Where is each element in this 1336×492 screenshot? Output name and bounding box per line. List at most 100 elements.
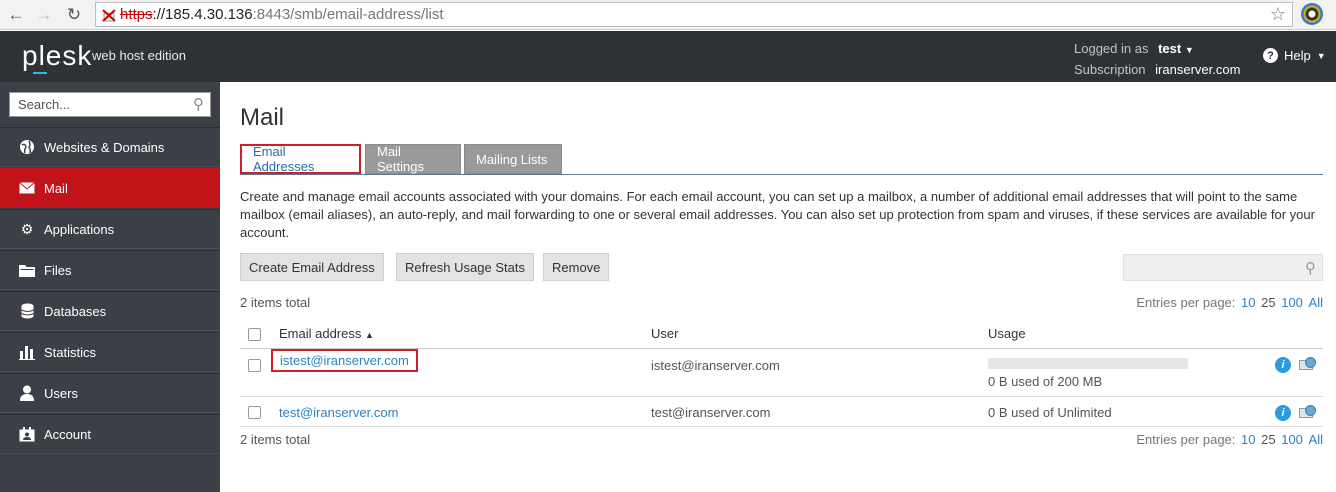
- tab-bar: Email Addresses Mail Settings Mailing Li…: [240, 144, 1323, 175]
- subscription-value[interactable]: iranserver.com: [1155, 62, 1240, 77]
- user-cell: test@iranserver.com: [651, 405, 771, 420]
- page-size-10[interactable]: 10: [1241, 432, 1255, 447]
- table-row: test@iranserver.com test@iranserver.com …: [240, 397, 1323, 427]
- logged-in-label: Logged in as: [1074, 41, 1149, 56]
- webmail-icon[interactable]: [1299, 405, 1316, 421]
- refresh-usage-stats-button[interactable]: Refresh Usage Stats: [396, 253, 534, 281]
- sidebar-item-mail[interactable]: Mail: [0, 168, 220, 208]
- bar-chart-icon: [18, 344, 36, 360]
- sidebar-item-statistics[interactable]: Statistics: [0, 332, 220, 372]
- help-label: Help: [1284, 48, 1311, 63]
- sidebar-item-account[interactable]: Account: [0, 414, 220, 454]
- gear-icon: ⚙: [20, 220, 34, 237]
- sidebar-item-label: Statistics: [44, 344, 97, 360]
- url-host: ://185.4.30.136: [152, 6, 253, 23]
- user-menu[interactable]: test ▼: [1158, 41, 1194, 56]
- sidebar-search-input[interactable]: Search... ⚲: [9, 92, 211, 117]
- user-cell: istest@iranserver.com: [651, 358, 780, 373]
- page-title: Mail: [240, 104, 285, 131]
- page-size-all[interactable]: All: [1309, 432, 1323, 447]
- sidebar-item-label: Websites & Domains: [44, 139, 165, 155]
- page-description: Create and manage email accounts associa…: [240, 189, 1315, 240]
- forward-arrow-icon[interactable]: →: [30, 1, 58, 29]
- reload-icon[interactable]: ↻: [60, 1, 88, 29]
- globe-icon: [18, 139, 36, 155]
- help-menu[interactable]: ? Help ▼: [1263, 48, 1326, 63]
- column-email-address[interactable]: Email address ▲: [279, 326, 374, 341]
- sidebar-item-users[interactable]: Users: [0, 373, 220, 413]
- row-checkbox[interactable]: [248, 359, 261, 372]
- folder-icon: [18, 262, 36, 278]
- email-link[interactable]: test@iranserver.com: [279, 405, 398, 420]
- info-icon[interactable]: i: [1275, 405, 1291, 421]
- create-email-address-button[interactable]: Create Email Address: [240, 253, 384, 281]
- bookmark-star-icon[interactable]: ☆: [1270, 4, 1286, 25]
- webmail-icon[interactable]: [1299, 357, 1316, 373]
- sidebar-item-label: Databases: [44, 303, 107, 319]
- search-placeholder: Search...: [18, 97, 71, 112]
- page-size-100[interactable]: 100: [1281, 432, 1303, 447]
- search-icon[interactable]: ⚲: [1305, 259, 1316, 277]
- help-icon: ?: [1263, 48, 1278, 63]
- subscription-label: Subscription: [1074, 62, 1146, 77]
- select-all-checkbox[interactable]: [248, 328, 261, 341]
- envelope-icon: [18, 180, 36, 196]
- page-size-25: 25: [1261, 295, 1276, 310]
- browser-toolbar: ← → ↻ https ://185.4.30.136 :8443/smb/em…: [0, 0, 1336, 30]
- database-icon: [18, 303, 36, 319]
- entries-per-page-label: Entries per page:: [1136, 295, 1236, 310]
- items-total-top: 2 items total: [240, 295, 311, 310]
- table-header: Email address ▲ User Usage: [240, 322, 1323, 349]
- sidebar-item-label: Mail: [44, 180, 68, 196]
- sidebar: Search... ⚲ Websites & Domains Mail ⚙ Ap…: [0, 82, 220, 492]
- sidebar-item-websites-domains[interactable]: Websites & Domains: [0, 127, 220, 167]
- logo-accent: [33, 72, 47, 74]
- sidebar-item-label: Account: [44, 426, 91, 442]
- entries-per-page-top: Entries per page: 10 25 100 All: [1136, 295, 1323, 310]
- remove-button[interactable]: Remove: [543, 253, 610, 281]
- email-link[interactable]: istest@iranserver.com: [271, 349, 418, 372]
- extension-icon[interactable]: [1301, 3, 1323, 25]
- sidebar-item-files[interactable]: Files: [0, 250, 220, 290]
- url-protocol: https: [120, 6, 153, 23]
- sidebar-item-label: Users: [44, 385, 78, 401]
- sidebar-item-databases[interactable]: Databases: [0, 291, 220, 331]
- info-icon[interactable]: i: [1275, 357, 1291, 373]
- plesk-logo[interactable]: plesk: [22, 40, 92, 72]
- sidebar-item-label: Applications: [44, 221, 115, 237]
- list-search-input[interactable]: ⚲: [1123, 254, 1323, 281]
- column-usage[interactable]: Usage: [988, 326, 1026, 341]
- row-checkbox[interactable]: [248, 406, 261, 419]
- page-size-all[interactable]: All: [1309, 295, 1323, 310]
- items-total-bottom: 2 items total: [240, 432, 311, 447]
- sort-ascending-icon: ▲: [365, 330, 374, 340]
- entries-per-page-label: Entries per page:: [1136, 432, 1236, 447]
- caret-down-icon: ▼: [1184, 45, 1194, 55]
- user-info: Logged in as test ▼ Subscription iranser…: [1074, 39, 1240, 79]
- usage-text: 0 B used of Unlimited: [988, 405, 1112, 420]
- page-size-25: 25: [1261, 432, 1276, 447]
- app-header: plesk web host edition Logged in as test…: [0, 31, 1336, 82]
- table-row: istest@iranserver.com istest@iranserver.…: [240, 349, 1323, 397]
- search-icon[interactable]: ⚲: [193, 95, 204, 113]
- edition-label: web host edition: [92, 48, 186, 63]
- back-arrow-icon[interactable]: ←: [2, 1, 30, 29]
- broken-lock-icon: [102, 8, 116, 22]
- page-size-10[interactable]: 10: [1241, 295, 1255, 310]
- main-content: Mail Email Addresses Mail Settings Maili…: [220, 82, 1336, 492]
- sidebar-item-applications[interactable]: ⚙ Applications: [0, 209, 220, 249]
- account-icon: [18, 426, 36, 442]
- caret-down-icon: ▼: [1316, 50, 1326, 61]
- usage-bar: [988, 358, 1188, 369]
- email-cell: istest@iranserver.com: [271, 349, 418, 372]
- column-user[interactable]: User: [651, 326, 678, 341]
- tab-mailing-lists[interactable]: Mailing Lists: [464, 144, 562, 174]
- user-icon: [18, 385, 36, 401]
- page-size-100[interactable]: 100: [1281, 295, 1303, 310]
- address-bar[interactable]: https ://185.4.30.136 :8443/smb/email-ad…: [95, 2, 1293, 27]
- sidebar-item-label: Files: [44, 262, 72, 278]
- tab-mail-settings[interactable]: Mail Settings: [365, 144, 461, 174]
- usage-text: 0 B used of 200 MB: [988, 374, 1103, 389]
- tab-email-addresses[interactable]: Email Addresses: [240, 144, 361, 174]
- url-path: :8443/smb/email-address/list: [252, 6, 444, 23]
